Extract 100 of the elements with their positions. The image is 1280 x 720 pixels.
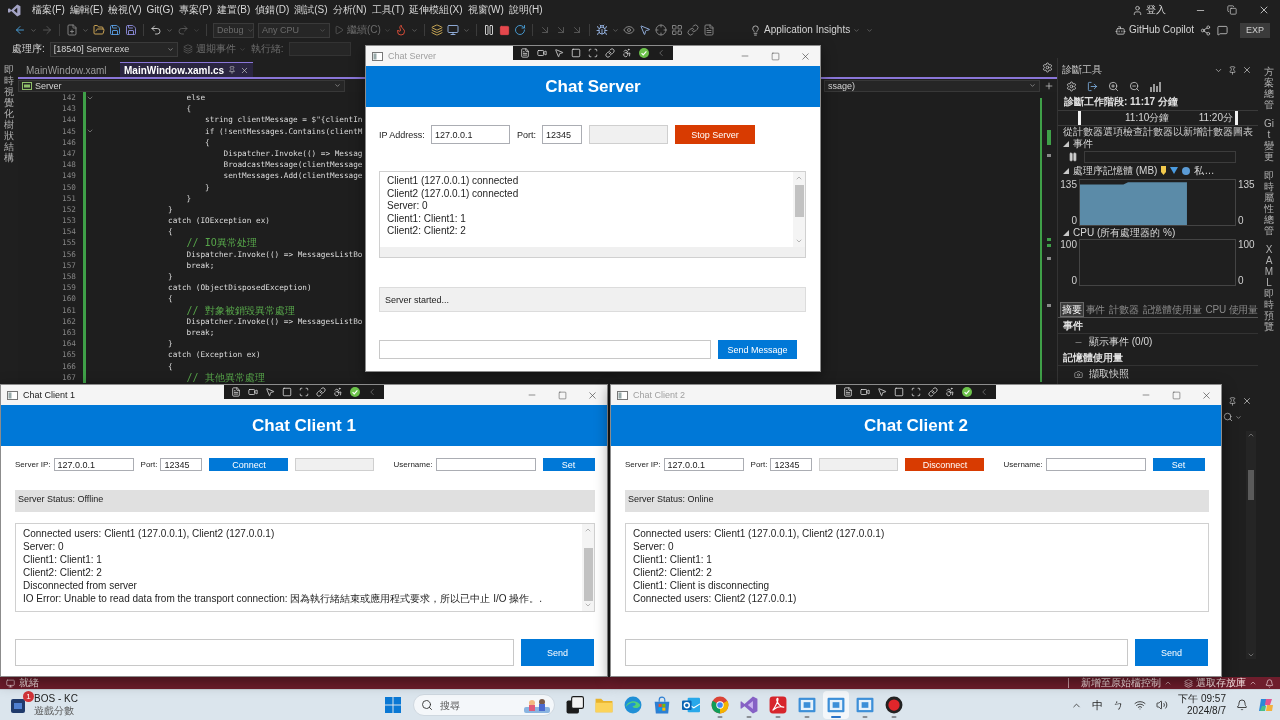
- message-item[interactable]: Disconnected from server: [23, 579, 137, 592]
- menu-item[interactable]: 工具(T): [369, 3, 407, 17]
- caret-icon[interactable]: [30, 26, 37, 34]
- caret-icon[interactable]: [82, 26, 89, 34]
- timeline-handle[interactable]: [1235, 111, 1238, 125]
- widget-title[interactable]: BOS - KC: [34, 693, 78, 705]
- layers-icon[interactable]: [430, 24, 443, 36]
- process-dropdown[interactable]: [18540] Server.exe: [49, 41, 178, 57]
- insights-dropdown[interactable]: Application Insights: [750, 23, 861, 37]
- widget-subtitle[interactable]: 遊戲分數: [34, 705, 78, 717]
- close-icon[interactable]: [1242, 396, 1252, 406]
- new-file-icon[interactable]: [66, 24, 78, 36]
- message-item[interactable]: Client1 (127.0.0.1) connected: [387, 175, 519, 188]
- chevron-left-icon[interactable]: [367, 387, 377, 397]
- snapshot-link[interactable]: 擷取快照: [1058, 366, 1129, 382]
- member-dropdown[interactable]: ssage): [824, 79, 1040, 92]
- vertical-scrollbar[interactable]: [793, 172, 805, 247]
- save-icon[interactable]: [109, 24, 121, 36]
- message-item[interactable]: Connected users: Client2 (127.0.0.1): [633, 592, 797, 605]
- eye-icon[interactable]: [622, 24, 635, 36]
- ime-mode-indicator[interactable]: ㄅ: [1113, 697, 1125, 713]
- swirl-logo-icon[interactable]: [1258, 697, 1274, 713]
- square-frame-icon[interactable]: [894, 387, 904, 397]
- timeline-ruler[interactable]: 11:10分鐘 11:20分: [1058, 110, 1258, 126]
- panel-tab[interactable]: 事件: [1083, 302, 1108, 317]
- send-button[interactable]: Send Message: [718, 340, 797, 359]
- text-input[interactable]: 127.0.0.1: [53, 458, 134, 471]
- send-button[interactable]: Send: [1135, 639, 1208, 666]
- back-arrow-icon[interactable]: [14, 24, 26, 36]
- clock-date[interactable]: 2024/8/7: [1187, 705, 1226, 717]
- settings-icon[interactable]: [1066, 81, 1077, 92]
- chevron-left-icon[interactable]: [979, 387, 989, 397]
- caret-icon[interactable]: [166, 26, 173, 34]
- caret-icon[interactable]: [611, 26, 619, 34]
- video-camera-icon[interactable]: [248, 387, 258, 397]
- redo-icon[interactable]: [177, 24, 189, 36]
- expand-icon[interactable]: [1063, 141, 1069, 147]
- menu-item[interactable]: Git(G): [144, 3, 176, 17]
- copilot-button[interactable]: GitHub Copilot: [1114, 23, 1194, 37]
- side-tab[interactable]: Git 變更: [1264, 118, 1274, 162]
- action-button[interactable]: Disconnect: [905, 458, 985, 471]
- text-input[interactable]: 127.0.0.1: [663, 458, 744, 471]
- caret-icon[interactable]: [462, 26, 470, 34]
- action-button[interactable]: Connect: [209, 458, 289, 471]
- bell-icon[interactable]: [1236, 699, 1248, 711]
- speech-bubble-icon[interactable]: [1217, 24, 1228, 36]
- settings-icon[interactable]: [1042, 62, 1053, 73]
- action-button[interactable]: Set: [1152, 458, 1205, 471]
- pause-icon[interactable]: [1068, 152, 1078, 162]
- document-tab[interactable]: MainWindow.xaml.cs: [120, 62, 254, 77]
- panel-tab[interactable]: CPU 使用量: [1203, 302, 1260, 317]
- monitor-icon[interactable]: [446, 24, 459, 36]
- close-icon[interactable]: [240, 65, 250, 75]
- chevron-left-icon[interactable]: [656, 48, 666, 58]
- link-icon[interactable]: [928, 387, 938, 397]
- message-item[interactable]: Server: 0: [633, 540, 674, 553]
- menu-item[interactable]: 分析(N): [330, 3, 369, 17]
- message-input[interactable]: [379, 340, 711, 359]
- message-item[interactable]: Client1: Client is disconnecting: [633, 579, 770, 592]
- message-item[interactable]: Client1: Client1: 1: [633, 553, 712, 566]
- pointer-icon[interactable]: [265, 387, 275, 397]
- search-icon[interactable]: [1223, 412, 1233, 422]
- scroll-thumb[interactable]: [1248, 470, 1254, 500]
- close-icon[interactable]: [1242, 65, 1252, 75]
- text-input[interactable]: 12345: [541, 125, 582, 144]
- text-input[interactable]: 12345: [770, 458, 813, 471]
- zoom-out-icon[interactable]: [1129, 81, 1140, 92]
- bell-icon[interactable]: [1265, 678, 1274, 688]
- scroll-up-icon[interactable]: [1247, 431, 1255, 439]
- timeline-handle[interactable]: [1078, 111, 1081, 125]
- square-frame-icon[interactable]: [282, 387, 292, 397]
- menu-item[interactable]: 檢視(V): [106, 3, 144, 17]
- sign-in-button[interactable]: 登入: [1128, 3, 1170, 17]
- menu-item[interactable]: 視窗(W): [465, 3, 506, 17]
- send-button[interactable]: Send: [521, 639, 594, 666]
- search-field[interactable]: 搜尋: [412, 694, 555, 716]
- pin-icon[interactable]: [1228, 65, 1237, 75]
- message-item[interactable]: Connected users: Client1 (127.0.0.1), Client2 (127.0.0.1): [633, 527, 885, 540]
- message-list[interactable]: [15, 523, 595, 612]
- app-logo-icon[interactable]: [8, 3, 21, 17]
- message-item[interactable]: Server: 0: [387, 200, 428, 213]
- undo-icon[interactable]: [150, 24, 162, 36]
- message-list[interactable]: Connected users: Client1 (127.0.0.1), Client2 (127.0.0.1) Server: 0 Client1: Client1: 1 Client2: Client2: 2 Client1: Client is disconnecting Connected users: Client2 (127.0.0.1): [625, 523, 1209, 612]
- side-tab[interactable]: 方案總管: [1264, 66, 1274, 110]
- caret-icon[interactable]: [1235, 413, 1242, 421]
- check-circle-icon[interactable]: [350, 387, 360, 397]
- message-input[interactable]: [625, 639, 1128, 666]
- accessibility-icon[interactable]: [945, 387, 955, 397]
- vertical-scrollbar[interactable]: [1246, 431, 1256, 659]
- text-input[interactable]: [1045, 458, 1146, 471]
- ime-indicator[interactable]: 中: [1092, 697, 1104, 713]
- video-camera-icon[interactable]: [860, 387, 870, 397]
- pointer-icon[interactable]: [554, 48, 564, 58]
- scan-icon[interactable]: [588, 48, 598, 58]
- scroll-thumb[interactable]: [583, 548, 593, 601]
- vertical-scrollbar[interactable]: [582, 524, 594, 611]
- pin-icon[interactable]: [1228, 396, 1237, 406]
- message-input[interactable]: [15, 639, 514, 666]
- horizontal-scrollbar[interactable]: [380, 247, 805, 257]
- message-item[interactable]: Client1: Client1: 1: [387, 212, 466, 225]
